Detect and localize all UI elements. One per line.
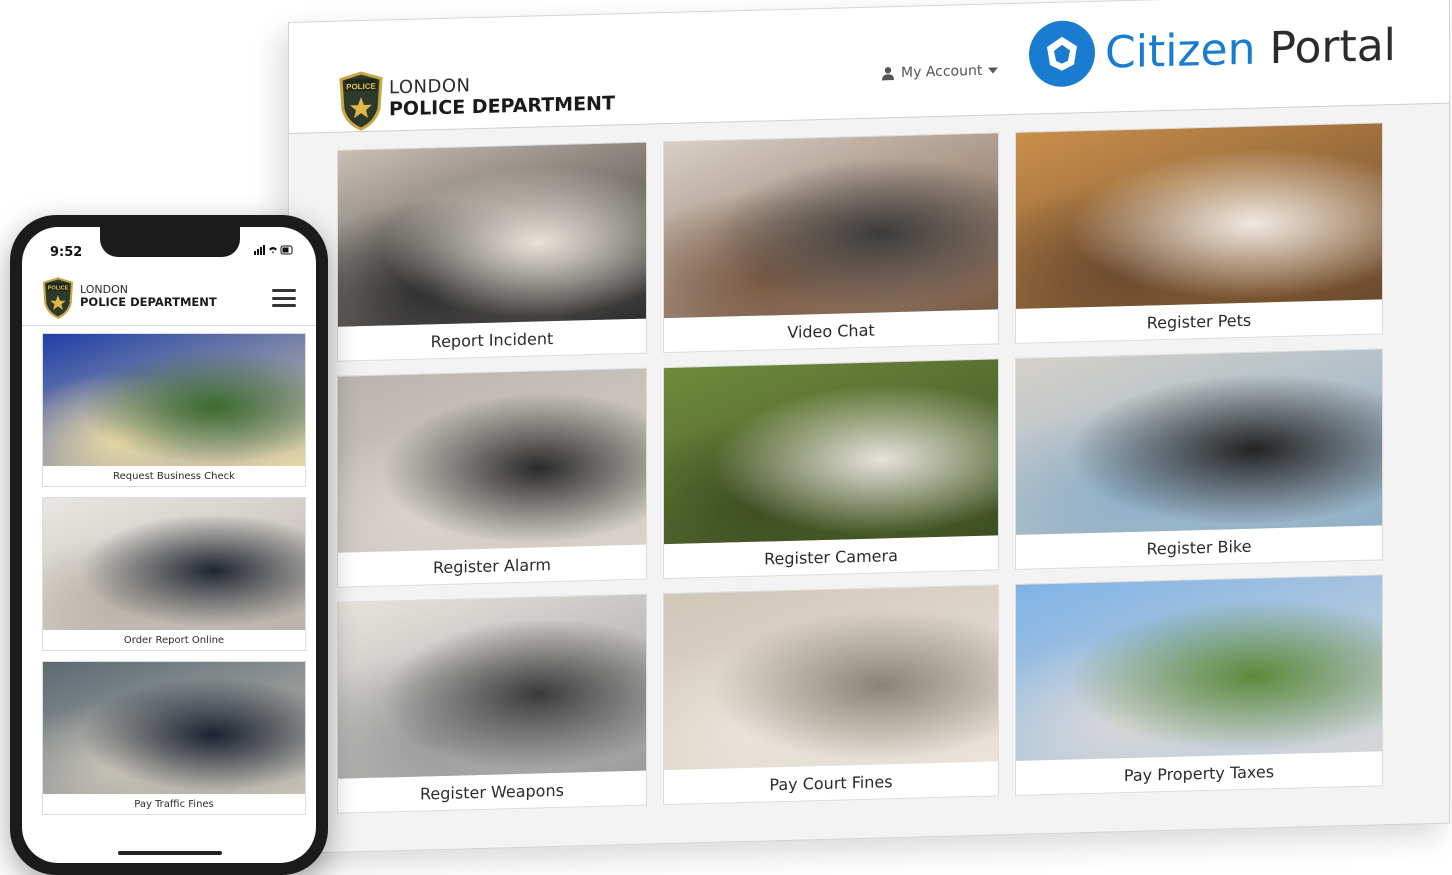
desktop-portal-window: POLICE LONDON POLICE DEPARTMENT My Accou…	[288, 0, 1450, 854]
tile-photo	[664, 359, 998, 545]
citizen-portal-logo-icon	[1029, 19, 1095, 88]
tile-photo	[664, 133, 998, 319]
citizen-portal-word1: Citizen	[1105, 23, 1256, 79]
tile-pay-property-taxes[interactable]: Pay Property Taxes	[1015, 574, 1383, 796]
my-account-label: My Account	[901, 62, 983, 81]
mobile-screen: 9:52 POLICE LONDON POLICE DEPARTMENT Req…	[22, 227, 316, 863]
police-badge-logo: POLICE	[42, 277, 74, 319]
service-tile-grid: Report Incident Video Chat Register Pets…	[337, 122, 1387, 814]
mobile-phone-frame: 9:52 POLICE LONDON POLICE DEPARTMENT Req…	[10, 215, 328, 875]
tile-register-pets[interactable]: Register Pets	[1015, 122, 1383, 344]
department-title: POLICE DEPARTMENT	[389, 92, 615, 121]
hamburger-menu-icon[interactable]	[272, 289, 296, 307]
mobile-service-list: Request Business Check Order Report Onli…	[42, 333, 306, 825]
tile-register-alarm[interactable]: Register Alarm	[337, 367, 647, 588]
status-bar-icons	[254, 245, 294, 258]
department-title: POLICE DEPARTMENT	[80, 295, 217, 310]
tile-photo	[1016, 349, 1382, 535]
citizen-portal-word2: Portal	[1269, 19, 1396, 74]
svg-text:POLICE: POLICE	[48, 286, 69, 292]
tile-photo	[338, 594, 646, 779]
citizen-portal-title: Citizen Portal	[1105, 19, 1396, 78]
tile-register-weapons[interactable]: Register Weapons	[337, 593, 647, 814]
tile-photo	[338, 142, 646, 327]
tile-order-report-online[interactable]: Order Report Online	[42, 497, 306, 651]
caret-down-icon	[988, 67, 999, 74]
home-indicator[interactable]	[118, 851, 222, 855]
signal-wifi-battery-icon	[254, 245, 293, 255]
tile-photo	[1016, 123, 1382, 309]
department-name: LONDON POLICE DEPARTMENT	[80, 283, 217, 310]
tile-register-camera[interactable]: Register Camera	[663, 358, 999, 580]
department-name: LONDON POLICE DEPARTMENT	[389, 72, 615, 120]
police-badge-logo: POLICE	[339, 71, 383, 131]
status-bar-time: 9:52	[50, 245, 83, 260]
tile-report-incident[interactable]: Report Incident	[337, 141, 647, 362]
tile-pay-court-fines[interactable]: Pay Court Fines	[663, 584, 999, 806]
phone-notch	[100, 227, 240, 257]
my-account-menu[interactable]: My Account	[881, 62, 999, 81]
tile-photo	[43, 662, 305, 794]
tile-photo	[338, 368, 646, 553]
tile-label: Request Business Check	[113, 470, 235, 482]
mobile-header: POLICE LONDON POLICE DEPARTMENT	[22, 269, 316, 326]
tile-video-chat[interactable]: Video Chat	[663, 132, 999, 354]
portal-header: POLICE LONDON POLICE DEPARTMENT My Accou…	[289, 0, 1449, 134]
tile-photo	[1016, 575, 1382, 761]
user-icon	[882, 67, 894, 81]
tile-photo	[43, 334, 305, 466]
tile-photo	[43, 498, 305, 630]
tile-request-business-check[interactable]: Request Business Check	[42, 333, 306, 487]
tile-pay-traffic-fines[interactable]: Pay Traffic Fines	[42, 661, 306, 815]
tile-photo	[664, 585, 998, 771]
tile-label: Pay Traffic Fines	[134, 798, 214, 810]
citizen-portal-brand: Citizen Portal	[1029, 12, 1396, 88]
svg-text:POLICE: POLICE	[346, 82, 376, 92]
tile-label: Order Report Online	[123, 634, 225, 646]
tile-register-bike[interactable]: Register Bike	[1015, 348, 1383, 570]
